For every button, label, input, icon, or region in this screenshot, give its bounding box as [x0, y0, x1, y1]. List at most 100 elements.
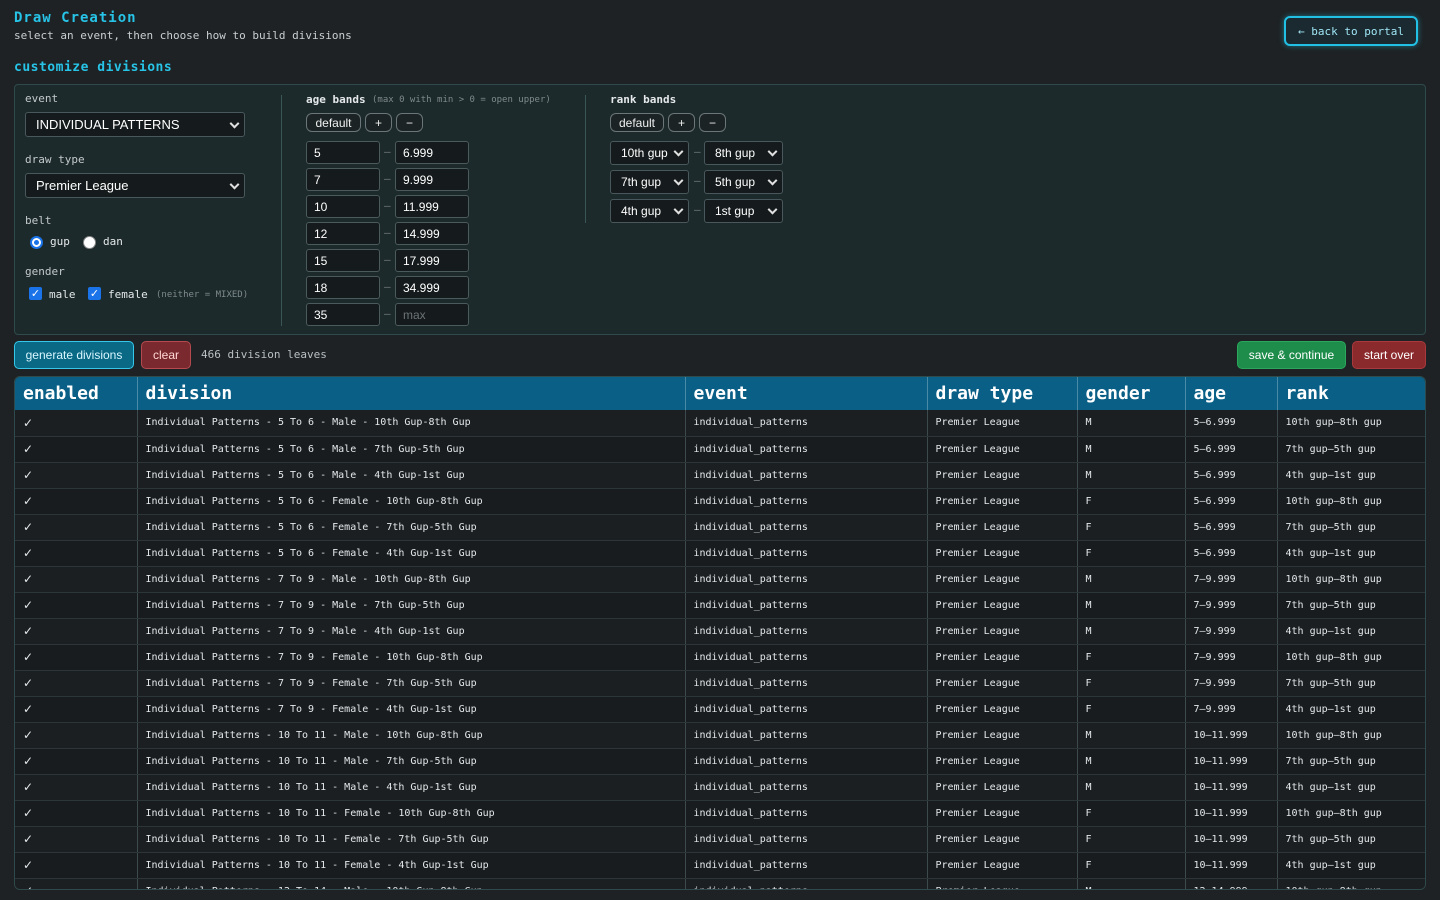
table-row[interactable]: ✓ Individual Patterns - 10 To 11 - Female…: [15, 800, 1425, 827]
age-max-input[interactable]: 14.999: [395, 222, 469, 245]
cell-gender: F: [1077, 514, 1186, 541]
age-max-input[interactable]: max: [395, 303, 469, 326]
rank-remove-button[interactable]: −: [699, 113, 726, 132]
belt-gup-radio[interactable]: [30, 236, 43, 249]
cell-draw-type: Premier League: [927, 722, 1078, 749]
table-row[interactable]: ✓ Individual Patterns - 10 To 11 - Male -…: [15, 722, 1425, 749]
table-row[interactable]: ✓ Individual Patterns - 7 To 9 - Female -…: [15, 696, 1425, 723]
table-row[interactable]: ✓ Individual Patterns - 5 To 6 - Female -…: [15, 540, 1425, 567]
table-row[interactable]: ✓ Individual Patterns - 5 To 6 - Male - 7…: [15, 436, 1425, 463]
age-remove-button[interactable]: −: [396, 113, 423, 132]
rank-to-value: 1st gup: [715, 204, 755, 218]
table-row[interactable]: ✓ Individual Patterns - 10 To 11 - Female…: [15, 826, 1425, 853]
start-over-button[interactable]: start over: [1352, 341, 1426, 369]
table-row[interactable]: ✓ Individual Patterns - 10 To 11 - Female…: [15, 852, 1425, 879]
cell-division: Individual Patterns - 7 To 9 - Male - 4t…: [137, 618, 686, 645]
chevron-down-icon: [767, 204, 778, 215]
cell-enabled[interactable]: ✓: [15, 566, 138, 593]
rank-from-select[interactable]: 10th gup: [610, 141, 689, 165]
rank-add-button[interactable]: +: [668, 113, 695, 132]
cell-enabled[interactable]: ✓: [15, 540, 138, 567]
age-min-input[interactable]: 12: [306, 222, 380, 245]
rank-to-select[interactable]: 5th gup: [704, 170, 783, 194]
table-row[interactable]: ✓ Individual Patterns - 7 To 9 - Female -…: [15, 670, 1425, 697]
event-select[interactable]: INDIVIDUAL PATTERNS: [25, 112, 245, 137]
gender-male-checkbox[interactable]: ✓: [29, 287, 42, 300]
table-row[interactable]: ✓ Individual Patterns - 7 To 9 - Male - 7…: [15, 592, 1425, 619]
cell-enabled[interactable]: ✓: [15, 618, 138, 645]
cell-enabled[interactable]: ✓: [15, 878, 138, 889]
age-min-input[interactable]: 5: [306, 141, 380, 164]
age-min-input[interactable]: 18: [306, 276, 380, 299]
table-row[interactable]: ✓ Individual Patterns - 5 To 6 - Female -…: [15, 488, 1425, 515]
table-row[interactable]: ✓Individual Patterns - 12 To 14 - Male -…: [15, 878, 1425, 889]
draw-type-label: draw type: [25, 153, 85, 166]
col-header-division[interactable]: division: [137, 377, 686, 410]
col-header-event[interactable]: event: [685, 377, 928, 410]
cell-enabled[interactable]: ✓: [15, 722, 138, 749]
generate-divisions-button[interactable]: generate divisions: [14, 341, 134, 369]
age-min-input[interactable]: 10: [306, 195, 380, 218]
rank-to-select[interactable]: 1st gup: [704, 199, 783, 223]
age-default-button[interactable]: default: [306, 113, 361, 132]
table-row[interactable]: ✓ Individual Patterns - 7 To 9 - Female -…: [15, 644, 1425, 671]
cell-enabled[interactable]: ✓: [15, 696, 138, 723]
col-header-gender[interactable]: gender: [1077, 377, 1186, 410]
age-add-button[interactable]: +: [365, 113, 392, 132]
age-max-input[interactable]: 9.999: [395, 168, 469, 191]
age-min-input[interactable]: 15: [306, 249, 380, 272]
cell-enabled[interactable]: ✓: [15, 436, 138, 463]
cell-enabled[interactable]: ✓: [15, 748, 138, 775]
cell-enabled[interactable]: ✓: [15, 852, 138, 879]
cell-enabled[interactable]: ✓: [15, 410, 138, 437]
table-row[interactable]: ✓ Individual Patterns - 10 To 11 - Male -…: [15, 774, 1425, 801]
cell-enabled[interactable]: ✓: [15, 670, 138, 697]
gender-hint: (neither = MIXED): [156, 290, 249, 300]
cell-enabled[interactable]: ✓: [15, 462, 138, 489]
rank-from-select[interactable]: 4th gup: [610, 199, 689, 223]
age-min-input[interactable]: 7: [306, 168, 380, 191]
cell-division: Individual Patterns - 7 To 9 - Male - 7t…: [137, 592, 686, 619]
cell-enabled[interactable]: ✓: [15, 826, 138, 853]
table-row[interactable]: ✓ Individual Patterns - 5 To 6 - Male - 4…: [15, 462, 1425, 489]
cell-enabled[interactable]: ✓: [15, 488, 138, 515]
age-max-input[interactable]: 6.999: [395, 141, 469, 164]
cell-age: 7–9.999: [1185, 592, 1278, 619]
cell-event: individual_patterns: [685, 722, 928, 749]
rank-default-button[interactable]: default: [610, 113, 664, 132]
chevron-down-icon: [767, 146, 778, 157]
age-min-input[interactable]: 35: [306, 303, 380, 326]
cell-division: Individual Patterns - 10 To 11 - Male - …: [137, 722, 686, 749]
clear-button[interactable]: clear: [141, 341, 191, 369]
age-max-input[interactable]: 11.999: [395, 195, 469, 218]
age-max-input[interactable]: 17.999: [395, 249, 469, 272]
col-header-age[interactable]: age: [1185, 377, 1278, 410]
cell-age: 7–9.999: [1185, 670, 1278, 697]
col-header-enabled[interactable]: enabled: [15, 377, 138, 410]
cell-enabled[interactable]: ✓: [15, 644, 138, 671]
table-row[interactable]: ✓ Individual Patterns - 5 To 6 - Female -…: [15, 514, 1425, 541]
cell-enabled[interactable]: ✓: [15, 514, 138, 541]
table-row[interactable]: ✓ Individual Patterns - 7 To 9 - Male - 4…: [15, 618, 1425, 645]
rank-to-select[interactable]: 8th gup: [704, 141, 783, 165]
col-header-rank[interactable]: rank: [1277, 377, 1425, 410]
cell-enabled[interactable]: ✓: [15, 800, 138, 827]
table-row[interactable]: ✓ Individual Patterns - 7 To 9 - Male - 1…: [15, 566, 1425, 593]
draw-type-select[interactable]: Premier League: [25, 173, 245, 198]
cell-age: 7–9.999: [1185, 566, 1278, 593]
table-row[interactable]: ✓ Individual Patterns - 5 To 6 - Male - 1…: [15, 410, 1425, 437]
cell-enabled[interactable]: ✓: [15, 774, 138, 801]
age-max-input[interactable]: 34.999: [395, 276, 469, 299]
save-continue-button[interactable]: save & continue: [1237, 341, 1346, 369]
back-to-portal-button[interactable]: ← back to portal: [1284, 16, 1418, 46]
cell-rank: 4th gup–1st gup: [1277, 462, 1425, 489]
table-row[interactable]: ✓ Individual Patterns - 10 To 11 - Male -…: [15, 748, 1425, 775]
gender-female-checkbox[interactable]: ✓: [88, 287, 101, 300]
belt-dan-radio[interactable]: [83, 236, 96, 249]
col-header-draw-type[interactable]: draw type: [927, 377, 1078, 410]
cell-age: 10–11.999: [1185, 722, 1278, 749]
cell-rank: 7th gup–5th gup: [1277, 514, 1425, 541]
rank-from-select[interactable]: 7th gup: [610, 170, 689, 194]
cell-rank: 7th gup–5th gup: [1277, 592, 1425, 619]
cell-enabled[interactable]: ✓: [15, 592, 138, 619]
